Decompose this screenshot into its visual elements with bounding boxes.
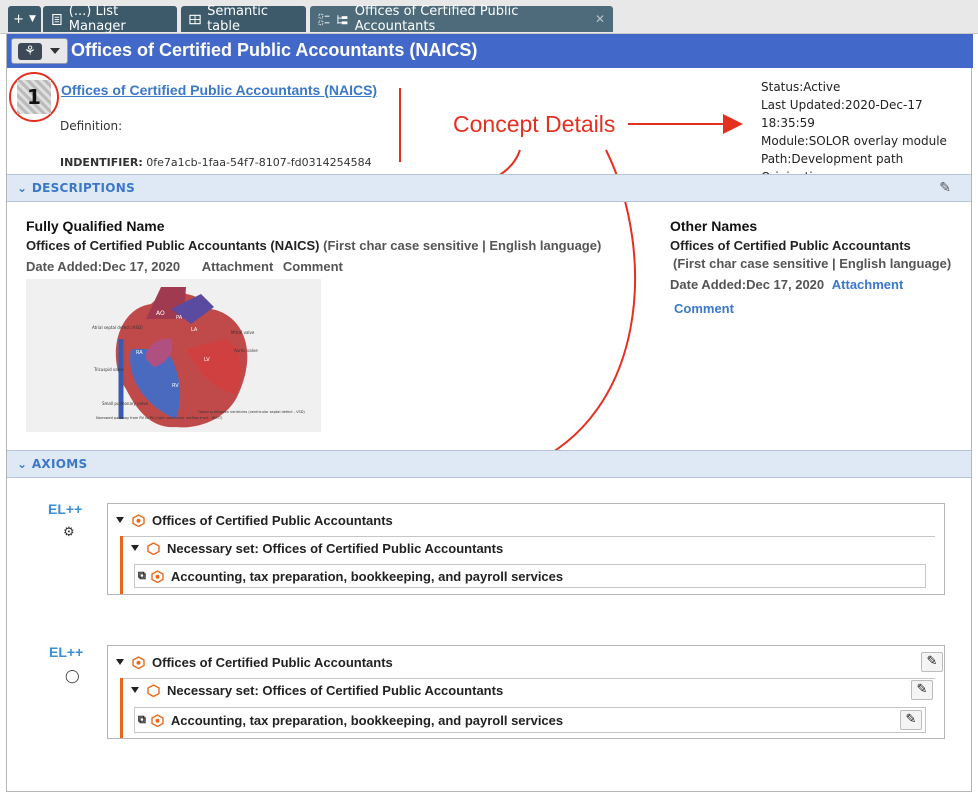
heart-label-asd: Atrial septal defect (ASD) <box>92 325 143 330</box>
heart-label-small-pulm: Small pulmonary valve <box>102 401 148 406</box>
axioms-title: AXIOMS <box>31 457 88 471</box>
gears-icon[interactable]: ⚙ <box>63 525 75 540</box>
edit-pencil-icon[interactable]: ✎ <box>921 652 943 672</box>
axioms-label: ⌄ AXIOMS <box>17 457 87 471</box>
chevron-down-icon: ▼ <box>28 14 36 24</box>
other-names-header: Other Names <box>670 218 758 234</box>
heart-label-rv: RV <box>172 383 179 389</box>
external-link-icon[interactable]: ⧉ <box>138 714 146 727</box>
concept-hexagon-icon <box>151 569 164 583</box>
speech-bubble-icon[interactable]: ◯ <box>65 669 80 684</box>
chevron-down-icon: ⌄ <box>17 457 32 471</box>
axioms-section-header[interactable]: ⌄ AXIOMS <box>7 450 971 478</box>
table-icon <box>189 14 201 24</box>
axiom-root-label: Offices of Certified Public Accountants <box>152 512 393 528</box>
date-label: Date Added: <box>670 277 747 292</box>
edit-pencil-icon[interactable]: ✎ <box>939 180 951 196</box>
expand-triangle-icon[interactable] <box>131 545 139 551</box>
tab-offices[interactable]: Offices of Certified Public Accountants … <box>310 4 613 34</box>
heart-label-pa: PA <box>176 315 183 321</box>
heart-label-narrowed: Narrowed pathway from RV to PA (right ve… <box>96 416 223 420</box>
expand-triangle-icon[interactable] <box>116 517 124 523</box>
attachment-link[interactable]: Attachment <box>202 259 274 274</box>
fqn-meta: Date Added:Dec 17, 2020 Attachment Comme… <box>26 259 343 274</box>
date-label: Date Added: <box>26 259 103 274</box>
heart-label-tricuspid: Tricuspid valve <box>93 367 124 372</box>
descriptions-title: DESCRIPTIONS <box>31 181 136 195</box>
other-comment: Comment <box>674 301 734 316</box>
plus-icon: + <box>13 11 24 27</box>
concept-details-icon <box>318 13 330 25</box>
concept-hexagon-icon <box>132 513 145 527</box>
axiom-root-label: Offices of Certified Public Accountants <box>152 654 393 670</box>
other-meta: Date Added:Dec 17, 2020 Attachment <box>670 277 903 292</box>
axiom-leaf-label: Accounting, tax preparation, bookkeeping… <box>170 568 564 584</box>
el-label-2: EL++ <box>49 644 84 660</box>
attachment-link[interactable]: Attachment <box>832 277 904 292</box>
concept-hexagon-icon <box>151 713 164 727</box>
external-link-icon[interactable]: ⧉ <box>138 570 146 583</box>
fqn-text: Offices of Certified Public Accountants … <box>26 238 320 253</box>
heart-label-lv: LV <box>204 357 210 363</box>
axiom-leaf-row[interactable]: ⧉ Accounting, tax preparation, bookkeepi… <box>138 565 563 587</box>
axiom-root-row[interactable]: Offices of Certified Public Accountants <box>116 651 393 673</box>
comment-link[interactable]: Comment <box>674 301 734 316</box>
heart-label-aortic: Aortic valve <box>234 348 258 353</box>
tab-list-manager[interactable]: (...) List Manager <box>43 4 177 34</box>
list-icon <box>52 13 62 25</box>
tab-label: (...) List Manager <box>68 4 126 34</box>
close-icon[interactable]: ✕ <box>595 12 605 26</box>
axiom-leaf-label: Accounting, tax preparation, bookkeeping… <box>170 712 564 728</box>
chevron-down-icon: ⌄ <box>17 181 32 195</box>
necessary-set-row[interactable]: Necessary set: Offices of Certified Publ… <box>131 679 503 701</box>
other-qualifier: (First char case sensitive | English lan… <box>673 256 952 271</box>
heart-label-mitral: Mitral valve <box>231 330 255 335</box>
tree-icon <box>337 14 348 24</box>
necessary-set-label: Necessary set: Offices of Certified Publ… <box>167 682 504 698</box>
date-value: Dec 17, 2020 <box>746 277 825 292</box>
date-value: Dec 17, 2020 <box>102 259 181 274</box>
hexagon-outline-icon <box>147 683 160 697</box>
tab-bar: + ▼ (...) List Manager Semantic table Of… <box>0 0 978 34</box>
el-label-1: EL++ <box>48 501 83 517</box>
heart-label-vsd: Opening between ventricles (ventricular … <box>198 410 305 414</box>
descriptions-section-header[interactable]: ⌄ DESCRIPTIONS ✎ <box>7 174 971 202</box>
necessary-set-row[interactable]: Necessary set: Offices of Certified Publ… <box>131 537 503 559</box>
heart-diagram: AO PA LA RA LV RV Atrial septal defect (… <box>26 279 321 432</box>
hexagon-outline-icon <box>147 541 160 555</box>
heart-label-la: LA <box>191 327 198 333</box>
expand-triangle-icon[interactable] <box>131 687 139 693</box>
tab-label: Offices of Certified Public Accountants <box>354 4 519 34</box>
fqn-name: Offices of Certified Public Accountants … <box>26 238 601 253</box>
concept-details-window: ⚘ Offices of Certified Public Accountant… <box>6 34 973 792</box>
other-name: Offices of Certified Public Accountants <box>670 238 911 253</box>
fqn-qualifier: (First char case sensitive | English lan… <box>323 238 602 253</box>
fqn-header: Fully Qualified Name <box>26 218 165 234</box>
axiom-root-row[interactable]: Offices of Certified Public Accountants <box>116 509 393 531</box>
edit-pencil-icon[interactable]: ✎ <box>911 680 933 700</box>
new-tab-button[interactable]: + ▼ <box>8 6 41 32</box>
heart-label-ao: AO <box>156 310 165 317</box>
concept-hexagon-icon <box>132 655 145 669</box>
axiom-box-2: Offices of Certified Public Accountants … <box>107 645 945 739</box>
comment-link[interactable]: Comment <box>283 259 343 274</box>
heart-label-ra: RA <box>136 350 143 356</box>
axiom-box-1: Offices of Certified Public Accountants … <box>107 503 945 595</box>
edit-pencil-icon[interactable]: ✎ <box>900 710 922 730</box>
heart-illustration: AO PA LA RA LV RV Atrial septal defect (… <box>26 279 321 432</box>
descriptions-label: ⌄ DESCRIPTIONS <box>17 181 135 195</box>
expand-triangle-icon[interactable] <box>116 659 124 665</box>
tab-label: Semantic table <box>207 4 269 34</box>
axiom-leaf-row[interactable]: ⧉ Accounting, tax preparation, bookkeepi… <box>138 709 563 731</box>
necessary-set-label: Necessary set: Offices of Certified Publ… <box>167 540 504 556</box>
tab-semantic-table[interactable]: Semantic table <box>181 4 306 34</box>
